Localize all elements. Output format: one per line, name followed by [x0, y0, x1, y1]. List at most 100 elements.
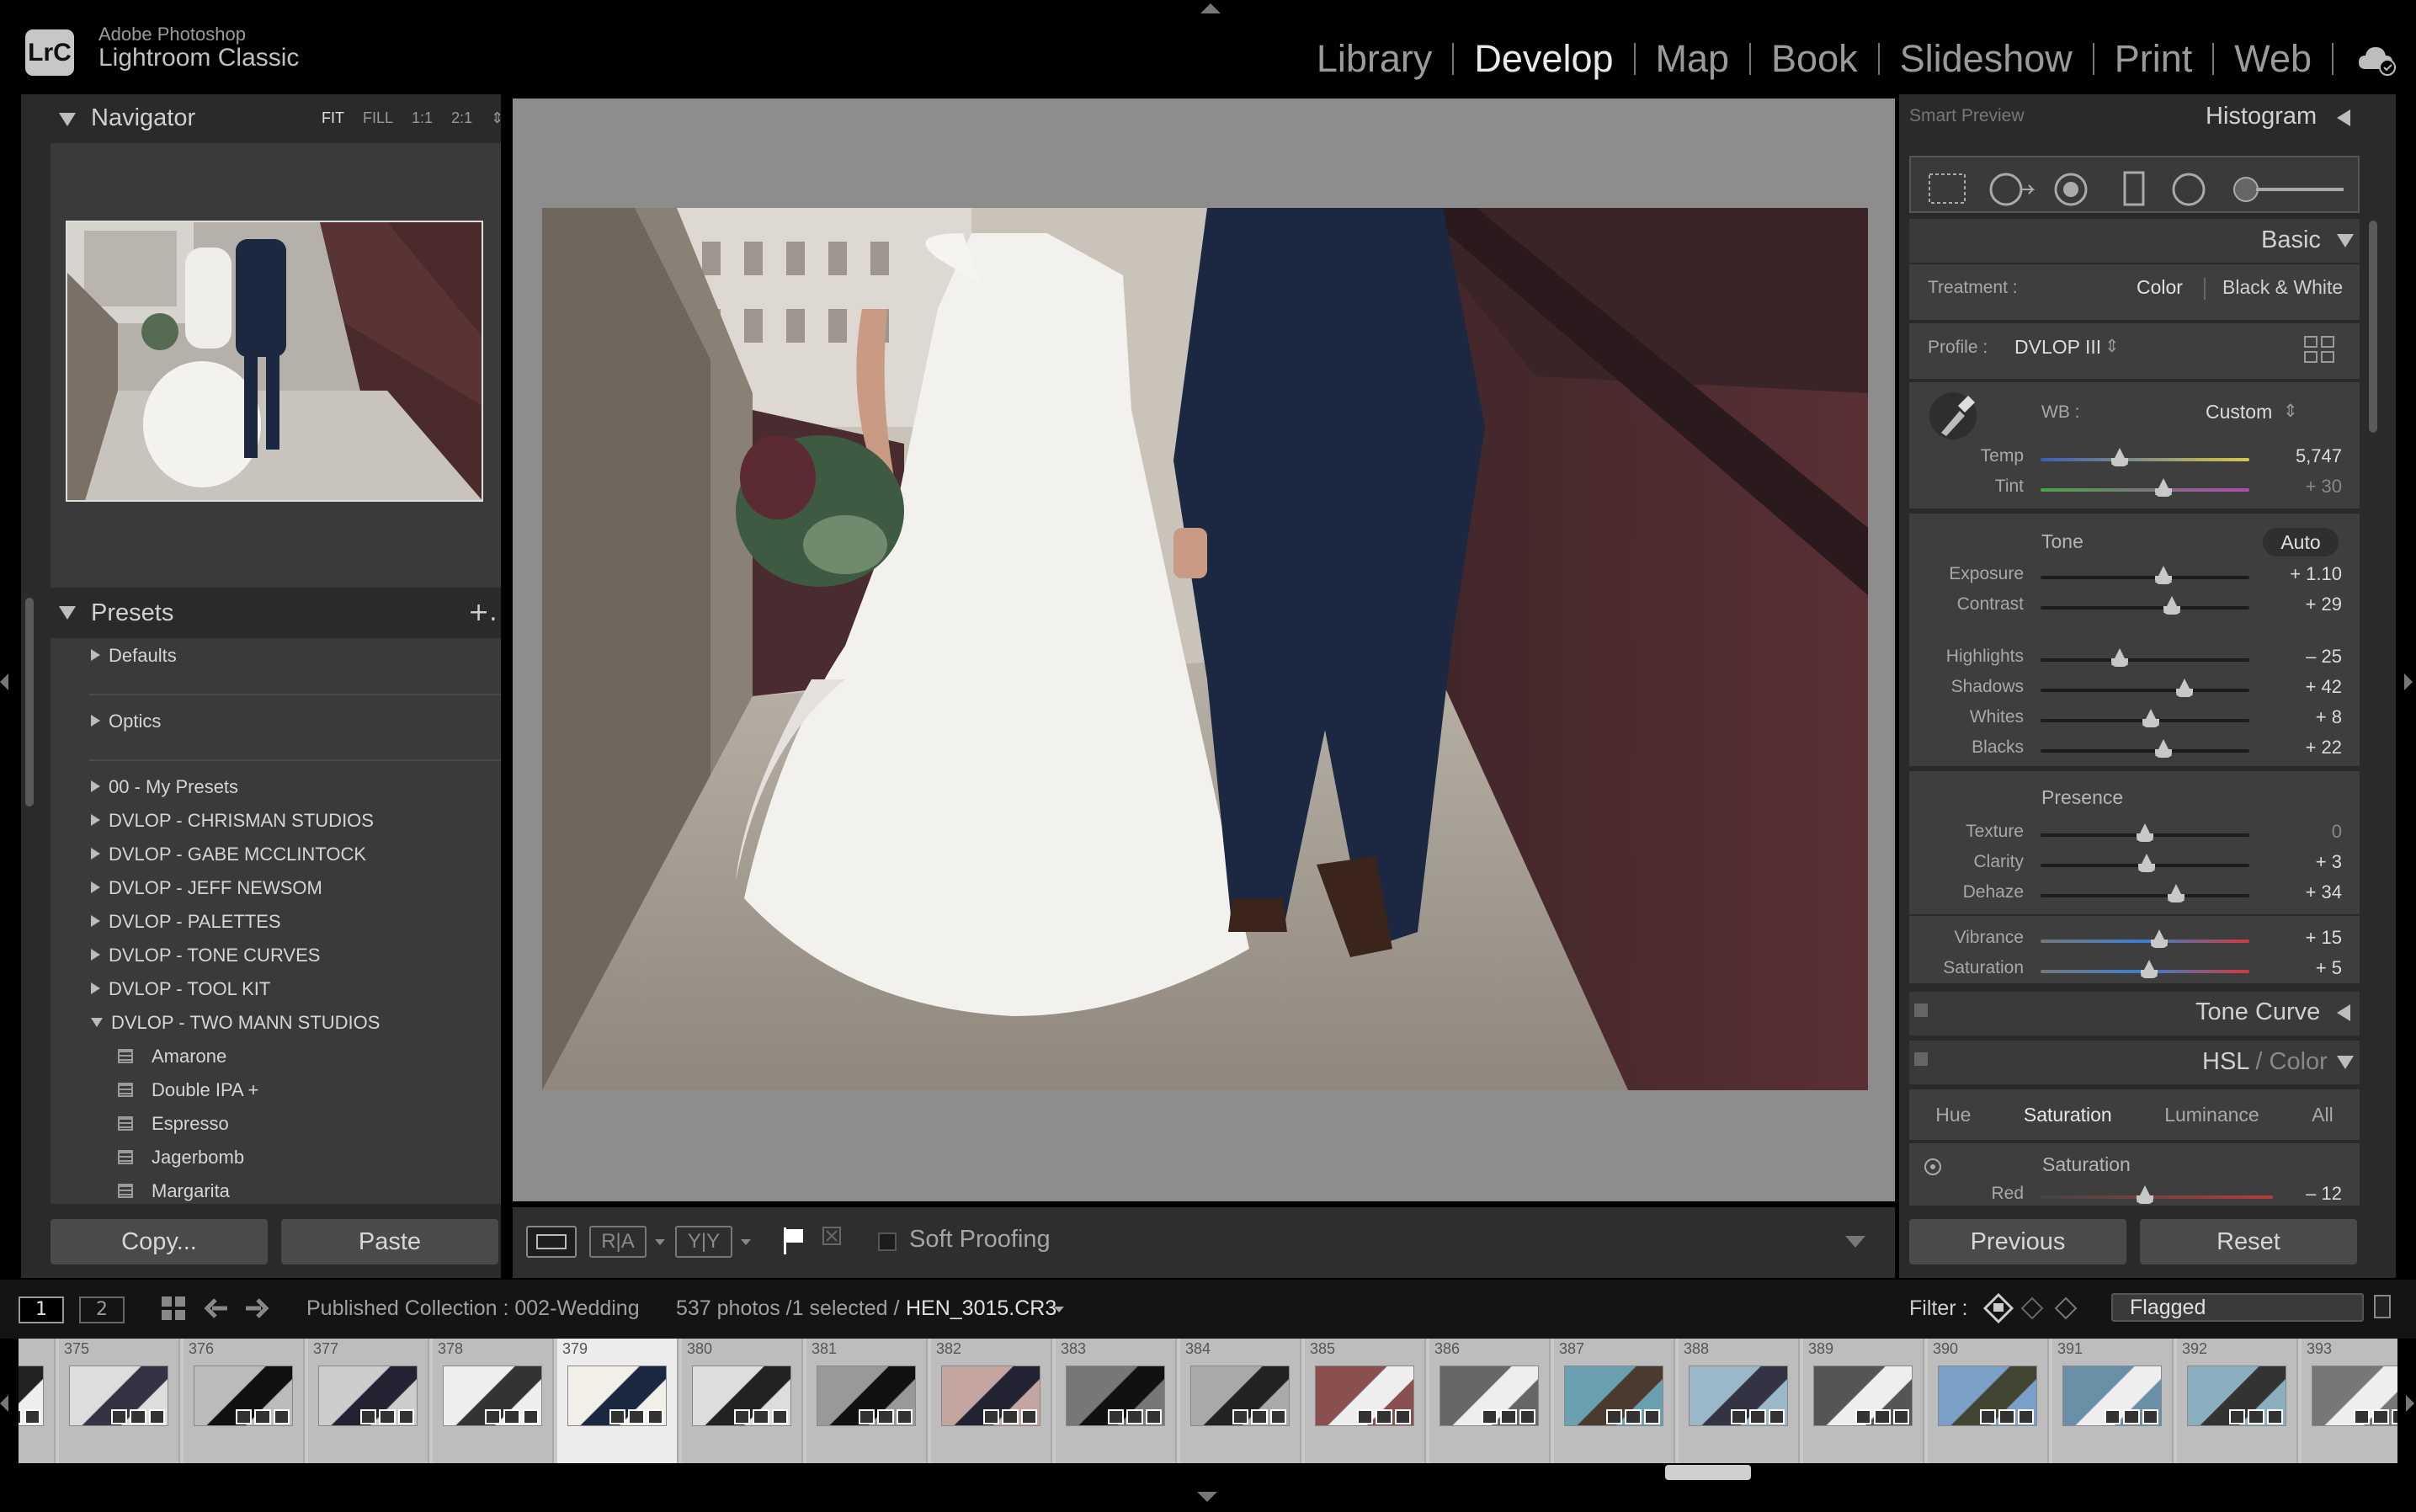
add-preset-button[interactable]: +. [468, 598, 498, 627]
filmstrip-thumbnail[interactable]: 375 [59, 1339, 180, 1463]
left-panel-toggle-icon[interactable] [0, 673, 8, 690]
preset-item[interactable]: Espresso [118, 1113, 229, 1135]
previous-button[interactable]: Previous [1909, 1219, 2126, 1264]
hsl-collapse-icon[interactable] [2337, 1056, 2354, 1069]
slider-value[interactable]: + 29 [2249, 594, 2342, 615]
filmstrip-scroll-right-icon[interactable] [2406, 1395, 2414, 1412]
hsl-tab-hue[interactable]: Hue [1935, 1104, 1971, 1126]
module-develop[interactable]: Develop [1454, 37, 1633, 81]
filter-dropdown[interactable]: Flagged [2111, 1293, 2364, 1322]
flag-filter-icons[interactable] [1983, 1293, 2084, 1323]
slider-thumb[interactable] [2137, 823, 2153, 842]
filmstrip-thumbnail[interactable]: 378 [433, 1339, 554, 1463]
filmstrip-thumbnail[interactable]: 388 [1679, 1339, 1800, 1463]
module-book[interactable]: Book [1751, 37, 1878, 81]
preset-group[interactable]: Optics [91, 711, 161, 732]
hsl-tab-luminance[interactable]: Luminance [2164, 1104, 2259, 1126]
zoom-stepper-icon[interactable]: ⇕ [491, 109, 503, 127]
slider-value[interactable]: 5,747 [2249, 445, 2342, 467]
slider-value[interactable]: + 5 [2249, 957, 2342, 979]
slider-value[interactable]: – 25 [2249, 646, 2342, 668]
collection-source[interactable]: Published Collection : 002-Wedding [306, 1296, 640, 1321]
module-print[interactable]: Print [2094, 37, 2213, 81]
slider-value[interactable]: + 3 [2249, 851, 2342, 873]
slider-track[interactable] [2041, 576, 2249, 579]
slider-thumb[interactable] [2168, 884, 2185, 902]
cloud-sync-icon[interactable] [2357, 40, 2397, 77]
wb-eyedropper-icon[interactable] [1928, 389, 1978, 443]
filmstrip-thumbnail[interactable]: 380 [682, 1339, 803, 1463]
disclosure-closed-icon[interactable] [91, 715, 100, 727]
slider-track[interactable] [2041, 606, 2249, 610]
preset-item[interactable]: Double IPA + [118, 1079, 258, 1101]
module-map[interactable]: Map [1636, 37, 1750, 81]
tone-curve-expand-icon[interactable] [2337, 1004, 2350, 1021]
slider-thumb[interactable] [2155, 566, 2173, 584]
copy-button[interactable]: Copy... [51, 1219, 268, 1264]
slider-thumb[interactable] [2140, 960, 2158, 978]
disclosure-closed-icon[interactable] [91, 848, 100, 860]
slider-value[interactable]: + 30 [2249, 476, 2342, 498]
slider-thumb[interactable] [2176, 679, 2194, 697]
slider-value[interactable]: + 15 [2249, 927, 2342, 949]
preset-group[interactable]: Defaults [91, 645, 177, 667]
basic-collapse-icon[interactable] [2337, 234, 2354, 248]
slider-value[interactable]: + 34 [2249, 881, 2342, 903]
reference-view-button[interactable]: R|A [589, 1226, 647, 1258]
zoom-option[interactable]: 2:1 [451, 109, 472, 127]
disclosure-closed-icon[interactable] [91, 881, 100, 893]
slider-thumb[interactable] [2163, 596, 2181, 615]
grid-view-icon[interactable] [160, 1295, 187, 1322]
preset-group[interactable]: DVLOP - PALETTES [91, 911, 281, 933]
slider-thumb[interactable] [2155, 739, 2173, 758]
targeted-adjustment-icon[interactable] [1923, 1157, 1943, 1177]
slider-thumb[interactable] [2155, 478, 2173, 497]
filmstrip-scroll-left-icon[interactable] [0, 1395, 8, 1412]
zoom-option[interactable]: 1:1 [412, 109, 433, 127]
preset-group[interactable]: DVLOP - TOOL KIT [91, 978, 270, 1000]
adjustment-brush-icon[interactable] [2233, 177, 2344, 202]
zoom-option[interactable]: FIT [322, 109, 344, 127]
filmstrip-thumbnail[interactable]: 393 [2302, 1339, 2397, 1463]
filename-dropdown-icon[interactable] [1054, 1307, 1064, 1312]
zoom-option[interactable]: FILL [363, 109, 393, 127]
hsl-toggle[interactable] [1914, 1052, 1928, 1066]
slider-thumb[interactable] [2138, 854, 2156, 872]
preset-item[interactable]: Jagerbomb [118, 1147, 244, 1169]
treatment-color-option[interactable]: Color [2137, 276, 2183, 299]
second-monitor-button[interactable]: 2 [79, 1296, 125, 1323]
filmstrip-thumbnail[interactable]: 379 [557, 1339, 679, 1463]
preset-group[interactable]: DVLOP - TONE CURVES [91, 945, 320, 966]
slider-thumb[interactable] [2151, 929, 2169, 948]
wb-value[interactable]: Custom [2206, 401, 2272, 423]
slider-track[interactable] [2041, 894, 2249, 897]
top-panel-toggle-icon[interactable] [1200, 3, 1221, 13]
soft-proofing-checkbox[interactable] [878, 1232, 897, 1251]
auto-tone-button[interactable]: Auto [2263, 528, 2339, 556]
right-panel-scrollbar[interactable] [2369, 221, 2377, 433]
slider-track[interactable] [2041, 749, 2249, 753]
histogram-title[interactable]: Histogram [2206, 103, 2317, 130]
hsl-tab-all[interactable]: All [2312, 1104, 2334, 1126]
loupe-view-button[interactable] [526, 1226, 577, 1258]
slider-track[interactable] [2041, 458, 2249, 461]
main-photo[interactable] [542, 208, 1868, 1090]
disclosure-open-icon[interactable] [91, 1018, 103, 1027]
hsl-red-value[interactable]: – 12 [2249, 1183, 2342, 1205]
module-web[interactable]: Web [2214, 37, 2332, 81]
histogram-expand-icon[interactable] [2337, 109, 2350, 126]
filmstrip-thumbnail[interactable]: 386 [1429, 1339, 1551, 1463]
filmstrip-thumbnail[interactable]: 383 [1056, 1339, 1177, 1463]
flag-reject-icon[interactable] [822, 1226, 842, 1246]
preset-group[interactable]: DVLOP - TWO MANN STUDIOS [91, 1012, 380, 1034]
profile-browser-icon[interactable] [2303, 335, 2337, 364]
reset-button[interactable]: Reset [2140, 1219, 2357, 1264]
slider-thumb[interactable] [2142, 709, 2160, 727]
filter-lock-icon[interactable] [2374, 1295, 2391, 1318]
filmstrip-thumbnail[interactable]: 377 [308, 1339, 429, 1463]
navigator-preview[interactable] [66, 221, 483, 502]
graduated-filter-icon[interactable] [2123, 171, 2145, 206]
disclosure-closed-icon[interactable] [91, 949, 100, 961]
hsl-red-thumb[interactable] [2137, 1185, 2154, 1204]
left-panel-scrollbar[interactable] [25, 598, 34, 807]
